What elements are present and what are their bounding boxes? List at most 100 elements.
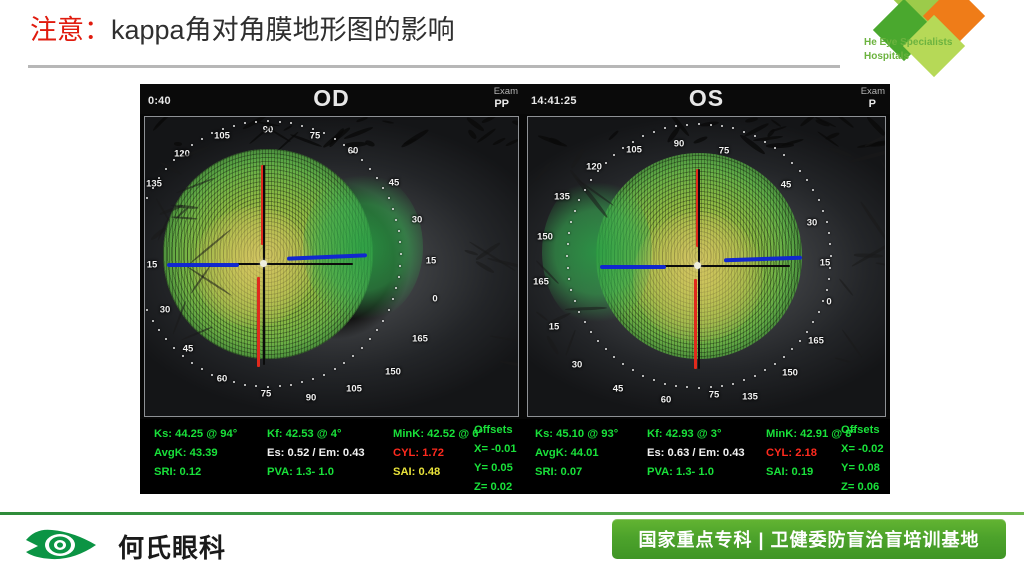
os-degree-label-150: 150 [537, 232, 553, 243]
od-degree-label-0: 0 [432, 294, 437, 305]
sclera-vein-texture [880, 158, 886, 211]
od-measurements-panel: Ks: 44.25 @ 94° AvgK: 43.39 SRI: 0.12 Kf… [140, 419, 523, 494]
degree-tick [334, 368, 336, 370]
degree-tick [201, 368, 203, 370]
os-pva: PVA: 1.3- 1.0 [647, 463, 745, 482]
os-degree-label-165: 165 [533, 277, 549, 288]
od-degree-label-bottom-75: 75 [261, 389, 272, 400]
os-degree-label-bottom-75: 75 [709, 390, 720, 401]
degree-tick [743, 379, 745, 381]
eyelash-texture [505, 138, 519, 147]
os-avgk: AvgK: 44.01 [535, 444, 618, 463]
degree-tick [578, 199, 580, 201]
degree-tick [382, 187, 384, 189]
sclera-vein-texture [876, 262, 886, 267]
os-degree-label-45: 45 [781, 180, 792, 191]
degree-tick [764, 369, 766, 371]
degree-tick [632, 141, 634, 143]
degree-tick [590, 179, 592, 181]
os-degree-label-120: 120 [586, 162, 602, 173]
od-degree-label-165: 165 [412, 334, 428, 345]
os-sri: SRI: 0.07 [535, 463, 618, 482]
degree-tick [290, 384, 292, 386]
sclera-vein-texture [883, 197, 886, 233]
eye-logo-icon [22, 526, 110, 564]
od-degree-label-135: 135 [146, 179, 162, 190]
degree-tick [622, 363, 624, 365]
degree-tick [710, 124, 712, 126]
degree-tick [211, 132, 213, 134]
degree-tick [653, 379, 655, 381]
degree-tick [686, 124, 688, 126]
eyelash-texture [825, 131, 841, 141]
degree-tick [642, 375, 644, 377]
degree-tick [806, 331, 808, 333]
eyelash-texture [481, 116, 497, 124]
degree-tick [369, 338, 371, 340]
od-measure-col-1: Ks: 44.25 @ 94° AvgK: 43.39 SRI: 0.12 [154, 425, 237, 482]
footer-logo-text: 何氏眼科 [118, 528, 226, 565]
od-offsets-title: Offsets [474, 421, 517, 440]
degree-tick [574, 210, 576, 212]
page-title: 注意：kappa角对角膜地形图的影响 [30, 11, 455, 49]
eyelash-texture [344, 141, 368, 147]
degree-tick [764, 141, 766, 143]
degree-tick [255, 121, 257, 123]
sclera-vein-texture [565, 306, 607, 311]
os-offset-x: X= -0.02 [841, 440, 884, 459]
degree-tick [567, 243, 569, 245]
degree-tick [267, 120, 269, 122]
degree-tick [818, 311, 820, 313]
degree-tick [395, 287, 397, 289]
degree-tick [301, 125, 303, 127]
eyelash-texture [467, 129, 478, 140]
degree-tick [568, 232, 570, 234]
od-eye-image: 60 75 90 105 120 135 45 30 15 0 165 150 … [144, 116, 519, 417]
os-degree-label-75: 75 [719, 146, 730, 157]
sclera-vein-texture [475, 260, 495, 274]
od-offsets: Offsets X= -0.01 Y= 0.05 Z= 0.02 [474, 421, 517, 494]
degree-tick [584, 321, 586, 323]
sclera-vein-texture [570, 147, 585, 169]
degree-tick [323, 374, 325, 376]
degree-tick [382, 320, 384, 322]
corneal-topography-photo: 0:40 OD Exam PP 60 75 90 105 120 [140, 84, 890, 494]
od-es-em: Es: 0.52 / Em: 0.43 [267, 444, 365, 463]
degree-tick [698, 387, 700, 389]
footer-divider [0, 512, 1024, 515]
sclera-vein-texture [500, 360, 519, 368]
od-exam-label: Exam [494, 86, 518, 97]
degree-tick [152, 187, 154, 189]
degree-tick [392, 208, 394, 210]
eyelash-texture [382, 120, 394, 124]
sclera-vein-texture [536, 311, 548, 321]
eyelash-texture [174, 142, 183, 146]
degree-tick [613, 356, 615, 358]
degree-tick [191, 144, 193, 146]
os-degree-label-90: 90 [674, 139, 685, 150]
os-degree-label-165b: 165 [808, 336, 824, 347]
od-steep-axis-lower [257, 277, 260, 367]
os-flat-axis-vertical [698, 169, 700, 369]
os-timestamp: 14:41:25 [531, 95, 577, 107]
degree-tick [388, 197, 390, 199]
os-pp-label: P [869, 98, 876, 110]
od-avgk: AvgK: 43.39 [154, 444, 237, 463]
degree-tick [312, 128, 314, 130]
os-degree-label-bottom-45: 45 [613, 384, 624, 395]
eyelash-texture [492, 137, 506, 146]
degree-tick [799, 170, 801, 172]
brand-name-line1: He Eye Specialists [864, 36, 952, 50]
degree-tick [806, 179, 808, 181]
degree-tick [653, 131, 655, 133]
sclera-vein-texture [546, 335, 560, 355]
od-pp-label: PP [494, 98, 509, 110]
degree-tick [710, 386, 712, 388]
degree-tick [152, 320, 154, 322]
degree-tick [395, 219, 397, 221]
degree-tick [165, 338, 167, 340]
degree-tick [783, 356, 785, 358]
os-measure-col-1: Ks: 45.10 @ 93° AvgK: 44.01 SRI: 0.07 [535, 425, 618, 482]
degree-tick [376, 329, 378, 331]
sclera-vein-texture [828, 146, 851, 158]
